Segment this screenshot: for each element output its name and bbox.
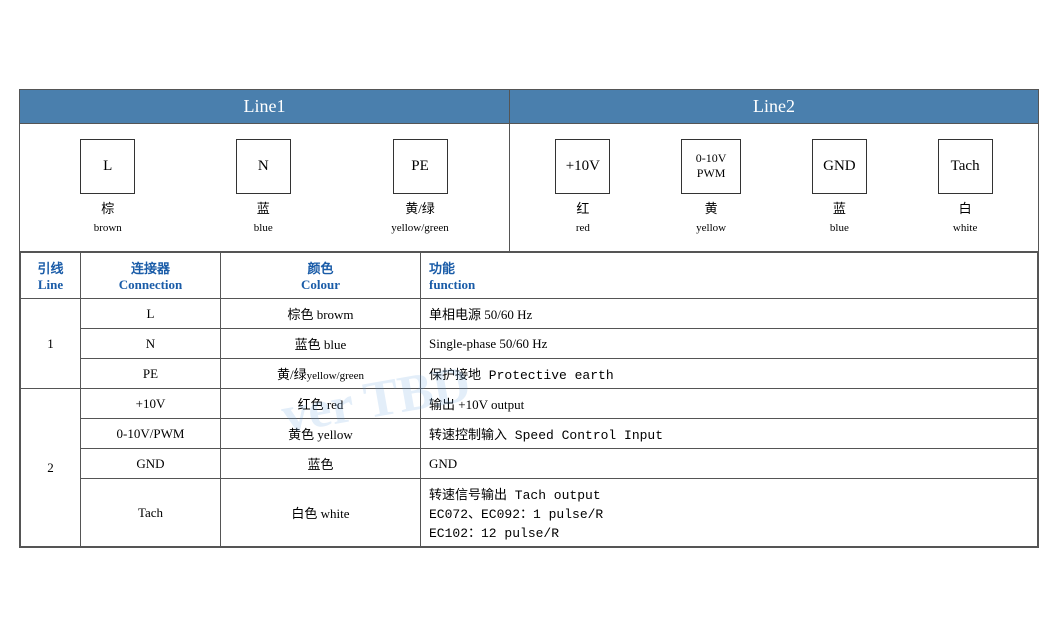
diagram-row: L 棕brown N 蓝blue PE 黄/绿yellow/green +10V… <box>20 124 1038 253</box>
colour-10V: 红色 red <box>221 389 421 419</box>
func-N: Single-phase 50/60 Hz <box>421 329 1038 359</box>
line1-title: Line1 <box>244 96 286 116</box>
line-num-1: 1 <box>21 299 81 389</box>
connector-label-N: 蓝blue <box>254 200 273 237</box>
table-row: GND 蓝色 GND <box>21 449 1038 479</box>
line1-diagram: L 棕brown N 蓝blue PE 黄/绿yellow/green <box>20 124 510 252</box>
connector-10V: +10V 红red <box>555 139 610 237</box>
connector-box-N: N <box>236 139 291 194</box>
table-row: 1 L 棕色 browm 单相电源 50/60 Hz <box>21 299 1038 329</box>
conn-gnd: GND <box>81 449 221 479</box>
connector-label-pwm: 黄yellow <box>696 200 726 237</box>
line2-title: Line2 <box>753 96 795 116</box>
connector-Tach: Tach 白white <box>938 139 993 237</box>
line1-header: Line1 <box>20 90 510 123</box>
line2-diagram: +10V 红red 0-10VPWM 黄yellow GND 蓝blue Tac… <box>510 124 1038 252</box>
func-pwm: 转速控制输入 Speed Control Input <box>421 419 1038 449</box>
connector-box-GND: GND <box>812 139 867 194</box>
connector-label-10V: 红red <box>576 200 590 237</box>
table-wrapper: ver TBD 引线 Line 连接器 Connection 颜色 Colour… <box>20 252 1038 547</box>
table-row: 0-10V/PWM 黄色 yellow 转速控制输入 Speed Control… <box>21 419 1038 449</box>
colour-N: 蓝色 blue <box>221 329 421 359</box>
th-function: 功能 function <box>421 253 1038 299</box>
func-PE: 保护接地 Protective earth <box>421 359 1038 389</box>
conn-pwm: 0-10V/PWM <box>81 419 221 449</box>
func-gnd: GND <box>421 449 1038 479</box>
header-row: Line1 Line2 <box>20 90 1038 124</box>
connector-box-PE: PE <box>393 139 448 194</box>
table-row: PE 黄/绿yellow/green 保护接地 Protective earth <box>21 359 1038 389</box>
table-row: N 蓝色 blue Single-phase 50/60 Hz <box>21 329 1038 359</box>
connector-box-pwm: 0-10VPWM <box>681 139 741 194</box>
th-colour: 颜色 Colour <box>221 253 421 299</box>
connector-label-GND: 蓝blue <box>830 200 849 237</box>
colour-pwm: 黄色 yellow <box>221 419 421 449</box>
conn-tach: Tach <box>81 479 221 547</box>
connector-box-10V: +10V <box>555 139 610 194</box>
table-header-row: 引线 Line 连接器 Connection 颜色 Colour 功能 func… <box>21 253 1038 299</box>
colour-L: 棕色 browm <box>221 299 421 329</box>
func-L: 单相电源 50/60 Hz <box>421 299 1038 329</box>
func-tach: 转速信号输出 Tach output EC072、EC092：1 pulse/R… <box>421 479 1038 547</box>
connector-box-Tach: Tach <box>938 139 993 194</box>
line2-header: Line2 <box>510 90 1038 123</box>
connector-label-Tach: 白white <box>953 200 977 237</box>
connector-N: N 蓝blue <box>236 139 291 237</box>
table-row: 2 +10V 红色 red 输出 +10V output <box>21 389 1038 419</box>
colour-PE: 黄/绿yellow/green <box>221 359 421 389</box>
colour-tach: 白色 white <box>221 479 421 547</box>
conn-10V: +10V <box>81 389 221 419</box>
connector-GND: GND 蓝blue <box>812 139 867 237</box>
func-10V: 输出 +10V output <box>421 389 1038 419</box>
connector-label-PE: 黄/绿yellow/green <box>391 200 448 237</box>
connector-box-L: L <box>80 139 135 194</box>
colour-gnd: 蓝色 <box>221 449 421 479</box>
data-table: 引线 Line 连接器 Connection 颜色 Colour 功能 func… <box>20 252 1038 547</box>
line-num-2: 2 <box>21 389 81 547</box>
conn-PE: PE <box>81 359 221 389</box>
conn-N: N <box>81 329 221 359</box>
main-container: Line1 Line2 L 棕brown N 蓝blue PE 黄/绿yello… <box>19 89 1039 549</box>
th-line: 引线 Line <box>21 253 81 299</box>
conn-L: L <box>81 299 221 329</box>
connector-PE: PE 黄/绿yellow/green <box>391 139 448 237</box>
connector-L: L 棕brown <box>80 139 135 237</box>
connector-label-L: 棕brown <box>94 200 122 237</box>
table-row: Tach 白色 white 转速信号输出 Tach output EC072、E… <box>21 479 1038 547</box>
connector-pwm: 0-10VPWM 黄yellow <box>681 139 741 237</box>
th-connection: 连接器 Connection <box>81 253 221 299</box>
